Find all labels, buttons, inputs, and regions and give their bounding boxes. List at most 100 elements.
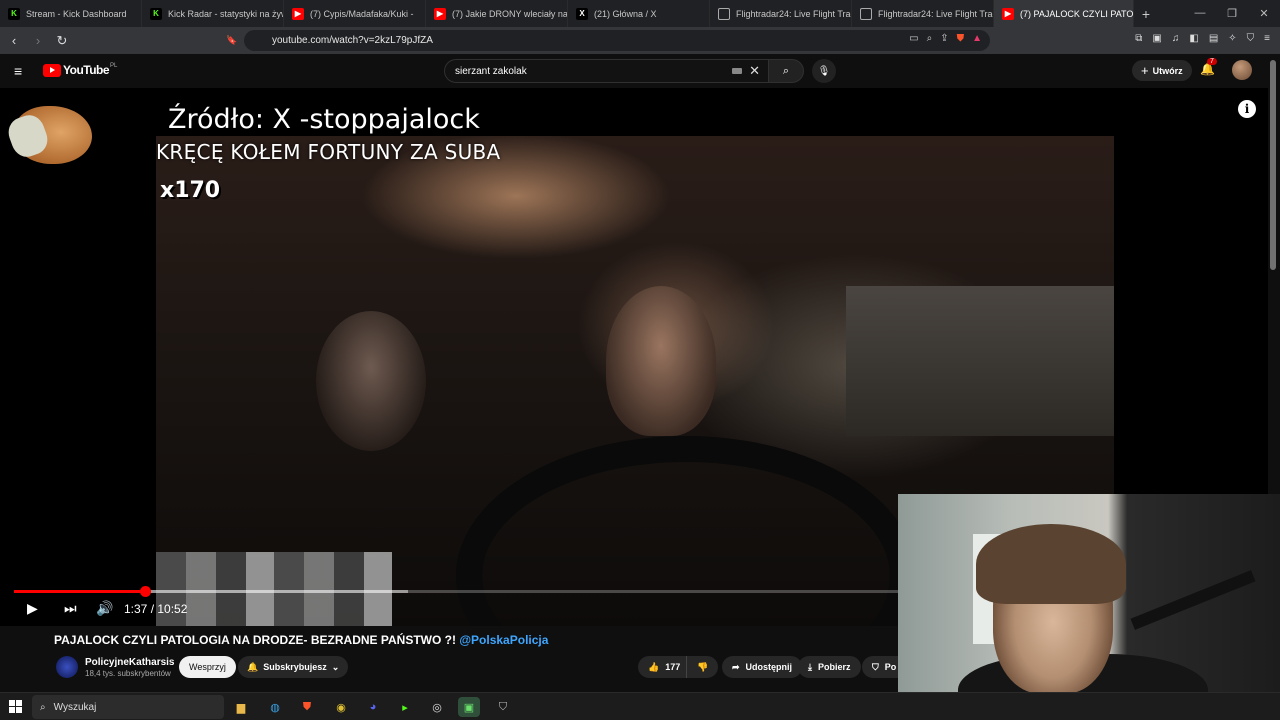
video-banner-caption: KRĘCĘ KOŁEM FORTUNY ZA SUBA [156, 140, 501, 164]
subscribed-label: Subskrybujesz [263, 662, 327, 672]
browser-toolbar: ‹ › ↻ 🔖 youtube.com/watch?v=2kzL79pJfZA … [0, 27, 1280, 54]
support-button[interactable]: Wesprzyj [179, 656, 236, 678]
menu-icon[interactable]: ≡ [1264, 33, 1270, 44]
brave-icon[interactable]: ⛊ [296, 697, 318, 717]
share-icon[interactable]: ⇪ [940, 33, 948, 44]
discord-icon[interactable]: ◕ [362, 697, 384, 717]
bell-icon: 🔔 [247, 661, 259, 672]
search-input[interactable]: sierzant zakolak ✕ [444, 59, 768, 83]
channel-avatar[interactable] [56, 656, 78, 678]
cast-icon[interactable]: ▭ [909, 33, 918, 44]
share-button[interactable]: ➦ Udostępnij [722, 656, 803, 678]
back-icon[interactable]: ‹ [4, 33, 24, 48]
zoom-icon[interactable]: ⌕ [927, 33, 933, 44]
like-count: 177 [665, 662, 681, 672]
keyboard-icon[interactable] [732, 68, 742, 74]
browser-tab-active[interactable]: ▶ (7) PAJALOCK CZYLI PATOL ✕ [994, 0, 1134, 27]
video-title-mention[interactable]: @PolskaPolicja [459, 633, 548, 647]
address-bar[interactable]: 🔖 youtube.com/watch?v=2kzL79pJfZA ▭ ⌕ ⇪ … [226, 30, 990, 51]
search-button[interactable]: ⌕ [768, 59, 804, 83]
kick-app-icon[interactable]: ▸ [394, 697, 416, 717]
file-explorer-icon[interactable]: ▆ [230, 697, 252, 717]
site-info-icon[interactable]: 🔖 [226, 35, 237, 46]
video-source-caption: Źródło: X -stoppajalock [168, 104, 480, 135]
share-label: Udostępnij [745, 662, 793, 672]
hamburger-menu-icon[interactable]: ≡ [14, 63, 22, 79]
channel-name[interactable]: PolicyjneKatharsis [85, 657, 174, 668]
edge-icon[interactable]: ◍ [264, 697, 286, 717]
hamster-overlay-image [14, 106, 92, 164]
tab-title: (21) Główna / X [594, 8, 657, 19]
browser-tab[interactable]: K Stream - Kick Dashboard [0, 0, 142, 27]
current-time: 1:37 [124, 602, 148, 616]
vpn-icon[interactable]: ⛉ [1247, 33, 1255, 44]
screenshot-icon[interactable]: ▣ [1152, 33, 1161, 44]
x-icon: X [576, 7, 588, 20]
browser-tab[interactable]: K Kick Radar - statystyki na żywo [142, 0, 284, 27]
dislike-button[interactable]: 👎 [686, 656, 719, 678]
youtube-logo[interactable]: YouTube PL [43, 63, 117, 77]
volume-icon[interactable]: 🔊 [96, 600, 113, 617]
page-scrollbar[interactable] [1270, 60, 1276, 270]
clear-search-icon[interactable]: ✕ [749, 63, 760, 79]
taskbar-search-placeholder: Wyszukaj [53, 701, 97, 713]
browser-tab[interactable]: X (21) Główna / X [568, 0, 710, 27]
progress-bar[interactable] [14, 586, 900, 597]
browser-tab[interactable]: Flightradar24: Live Flight Track [710, 0, 852, 27]
streamlabs-icon[interactable]: ▣ [458, 697, 480, 717]
taskbar-search[interactable]: ⌕ Wyszukaj [32, 695, 224, 719]
tab-title: (7) Jakie DRONY wleciały nad P [452, 8, 568, 19]
obs-icon[interactable]: ◎ [426, 697, 448, 717]
wallet-icon[interactable]: ▤ [1209, 33, 1218, 44]
info-icon[interactable]: i [1238, 100, 1256, 118]
download-label: Pobierz [817, 662, 851, 672]
voice-search-button[interactable]: 🎙 [812, 59, 836, 83]
browser-tab[interactable]: ▶ (7) Jakie DRONY wleciały nad P [426, 0, 568, 27]
like-button[interactable]: 👍 177 [638, 656, 689, 678]
share-arrow-icon: ➦ [732, 661, 740, 672]
next-icon[interactable]: ⏭ [64, 600, 77, 617]
microphone-icon: 🎙 [817, 65, 831, 77]
address-bar-actions: ▭ ⌕ ⇪ ⛊ ▲ [909, 33, 982, 44]
browser-tab[interactable]: ▶ (7) Cypis/Madafaka/Kuki - [284, 0, 426, 27]
download-button[interactable]: ⤓ Pobierz [798, 656, 861, 678]
play-icon[interactable]: ▶ [27, 600, 38, 617]
thumbs-down-icon: 👎 [697, 661, 709, 672]
brave-rewards-icon[interactable]: ▲ [972, 33, 982, 44]
video-title: PAJALOCK CZYLI PATOLOGIA NA DRODZE- BEZR… [54, 633, 548, 647]
browser-tab[interactable]: Flightradar24: Live Flight Track [852, 0, 994, 27]
time-display: 1:37 / 10:52 [124, 602, 187, 616]
reload-icon[interactable]: ↻ [52, 33, 72, 49]
logo-text: YouTube [63, 63, 110, 77]
forward-icon[interactable]: › [28, 33, 48, 48]
youtube-icon: ▶ [434, 7, 446, 20]
thumbs-up-icon: 👍 [648, 661, 660, 672]
restore-icon[interactable]: ❐ [1216, 7, 1248, 20]
windows-start-icon[interactable] [9, 700, 22, 713]
scene-building [846, 286, 1114, 436]
kick-icon: K [150, 7, 162, 20]
account-avatar[interactable] [1232, 60, 1252, 80]
brave-shield-icon[interactable]: ⛊ [957, 33, 965, 44]
shield-icon: ⛉ [872, 661, 879, 672]
progress-scrubber[interactable] [140, 586, 152, 597]
flightradar-icon [860, 7, 872, 20]
search-icon: ⌕ [40, 701, 46, 713]
subscribed-button[interactable]: 🔔 Subskrybujesz ⌄ [238, 656, 349, 678]
notifications-button[interactable]: 🔔 7 [1200, 58, 1217, 76]
windows-taskbar: ⌕ Wyszukaj ▆ ◍ ⛊ ◉ ◕ ▸ ◎ ▣ ⛉ [0, 692, 1280, 720]
scene-driver [606, 286, 716, 436]
progress-played [14, 590, 146, 593]
new-tab-button[interactable]: + [1134, 6, 1158, 22]
extension-icons: ⧉ ▣ ♫ ◧ ▤ ✧ ⛉ ≡ [1135, 33, 1270, 44]
leo-icon[interactable]: ✧ [1228, 33, 1236, 44]
create-button[interactable]: + Utwórz [1132, 60, 1192, 81]
security-icon[interactable]: ⛉ [492, 697, 514, 717]
close-window-icon[interactable]: ✕ [1248, 7, 1280, 20]
music-icon[interactable]: ♫ [1172, 33, 1180, 44]
extensions-icon[interactable]: ⧉ [1135, 33, 1142, 44]
minimize-icon[interactable]: — [1184, 7, 1216, 20]
partial-action-label: Po [884, 662, 897, 672]
sidebar-icon[interactable]: ◧ [1189, 33, 1198, 44]
chrome-icon[interactable]: ◉ [330, 697, 352, 717]
